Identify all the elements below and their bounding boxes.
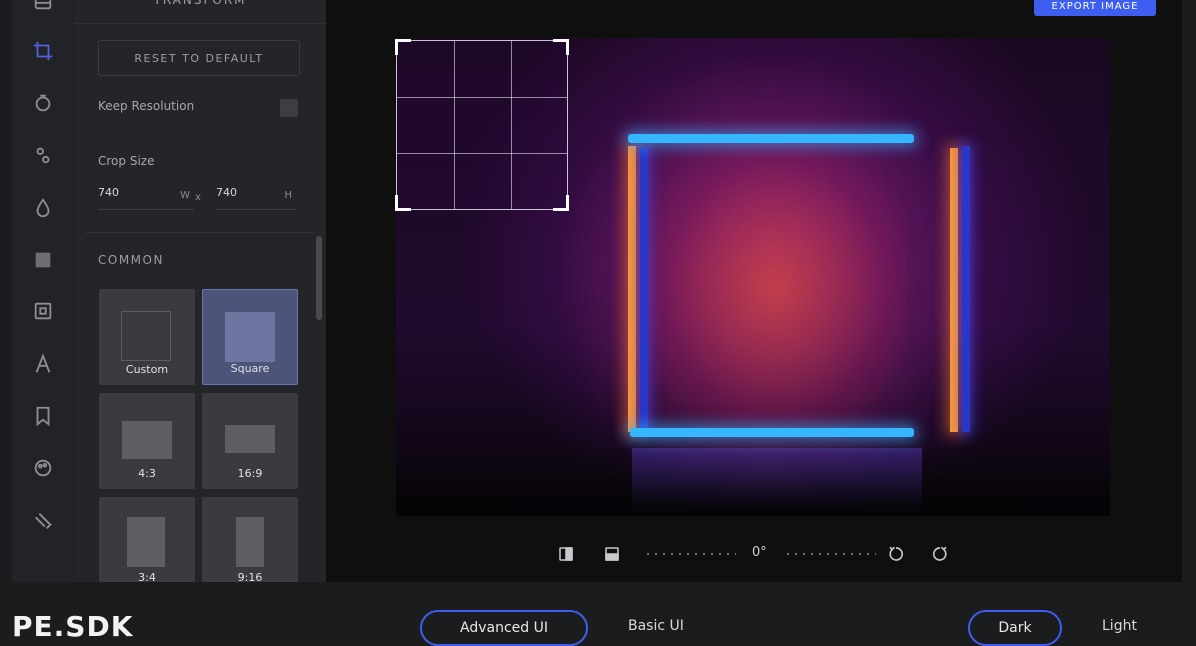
crop-grid-line [397, 153, 567, 154]
preset-shape [225, 312, 275, 362]
focus-icon[interactable] [30, 195, 56, 221]
rotation-angle: 0° [752, 545, 767, 560]
rotate-left-icon[interactable] [886, 544, 906, 564]
preset-9-16[interactable]: 9:16 [202, 497, 298, 582]
sticker-icon[interactable] [30, 403, 56, 429]
footer: PE.SDK Advanced UI Basic UI Dark Light [0, 582, 1196, 646]
common-section-label: COMMON [98, 253, 164, 267]
advanced-ui-button[interactable]: Advanced UI [420, 610, 588, 646]
crop-handle-bottom-left[interactable] [395, 195, 411, 211]
neon-right-outer-tube [962, 146, 970, 432]
neon-left-tube [628, 146, 636, 432]
brand-logo: PE.SDK [12, 610, 134, 643]
flip-vertical-icon[interactable] [602, 544, 622, 564]
brush-icon[interactable] [30, 455, 56, 481]
panel-divider [86, 232, 314, 233]
panel-title: TRANSFORM [74, 0, 326, 24]
frame-icon[interactable] [30, 298, 56, 324]
crop-height-unit: H [284, 190, 292, 201]
preset-4-3[interactable]: 4:3 [99, 393, 195, 489]
basic-ui-link[interactable]: Basic UI [628, 618, 684, 634]
text-icon[interactable] [30, 351, 56, 377]
neon-right-tube [950, 148, 958, 432]
preset-3-4[interactable]: 3:4 [99, 497, 195, 582]
export-image-button[interactable]: EXPORT IMAGE [1034, 0, 1156, 16]
crop-height-field[interactable]: 740 H [216, 180, 296, 210]
floor-reflection [632, 448, 922, 508]
crop-grid-line [454, 41, 455, 209]
preset-label: 4:3 [138, 467, 156, 480]
keep-resolution-label: Keep Resolution [98, 99, 195, 113]
neon-left-inner-tube [640, 148, 648, 428]
photo-editor-app: TRANSFORM RESET TO DEFAULT Keep Resoluti… [0, 0, 1196, 646]
crop-handle-top-left[interactable] [395, 39, 411, 55]
filter-icon[interactable] [30, 90, 56, 116]
crop-handle-bottom-right[interactable] [553, 195, 569, 211]
neon-top-tube [628, 134, 914, 143]
crop-grid-line [397, 97, 567, 98]
tool-rail [12, 0, 74, 582]
preset-custom[interactable]: Custom [99, 289, 195, 385]
preset-shape [225, 425, 275, 453]
transform-toolbar: 0° [326, 540, 1182, 570]
panel-scrollbar[interactable] [316, 236, 322, 320]
rotation-slider-right[interactable] [784, 553, 876, 555]
crop-width-field[interactable]: 740 W [98, 180, 194, 210]
crop-frame[interactable] [395, 39, 569, 211]
light-theme-link[interactable]: Light [1102, 618, 1137, 634]
overlay-icon[interactable] [30, 247, 56, 273]
reset-to-default-button[interactable]: RESET TO DEFAULT [98, 40, 300, 76]
editor-canvas: EXPORT IMAGE 0° [326, 0, 1182, 582]
preset-shape [121, 311, 171, 361]
flip-horizontal-icon[interactable] [556, 544, 576, 564]
preset-label: 16:9 [237, 467, 263, 480]
crop-icon[interactable] [30, 38, 56, 64]
preset-shape [122, 421, 172, 459]
preset-16-9[interactable]: 16:9 [202, 393, 298, 489]
crop-size-label: Crop Size [98, 154, 155, 168]
preset-label: Custom [125, 363, 169, 376]
library-icon[interactable] [30, 0, 56, 14]
dark-theme-button[interactable]: Dark [968, 610, 1062, 646]
preset-label: 3:4 [138, 571, 156, 582]
preset-square[interactable]: Square [202, 289, 298, 385]
rotate-right-icon[interactable] [930, 544, 950, 564]
rotation-slider-left[interactable] [644, 553, 736, 555]
preset-shape [236, 517, 264, 567]
light-glow [646, 138, 906, 438]
adjust-icon[interactable] [30, 142, 56, 168]
preset-label: Square [230, 362, 270, 375]
neon-bottom-tube [630, 428, 914, 437]
preset-label: 9:16 [237, 571, 263, 582]
crop-width-value: 740 [98, 186, 119, 199]
preset-shape [127, 517, 165, 567]
transform-panel: TRANSFORM RESET TO DEFAULT Keep Resoluti… [74, 0, 326, 582]
crop-handle-top-right[interactable] [553, 39, 569, 55]
keep-resolution-checkbox[interactable] [280, 99, 298, 117]
crop-times-sign: x [195, 192, 201, 203]
crop-height-value: 740 [216, 186, 237, 199]
crop-width-unit: W [180, 190, 190, 201]
color-icon[interactable] [30, 508, 56, 534]
crop-grid-line [511, 41, 512, 209]
